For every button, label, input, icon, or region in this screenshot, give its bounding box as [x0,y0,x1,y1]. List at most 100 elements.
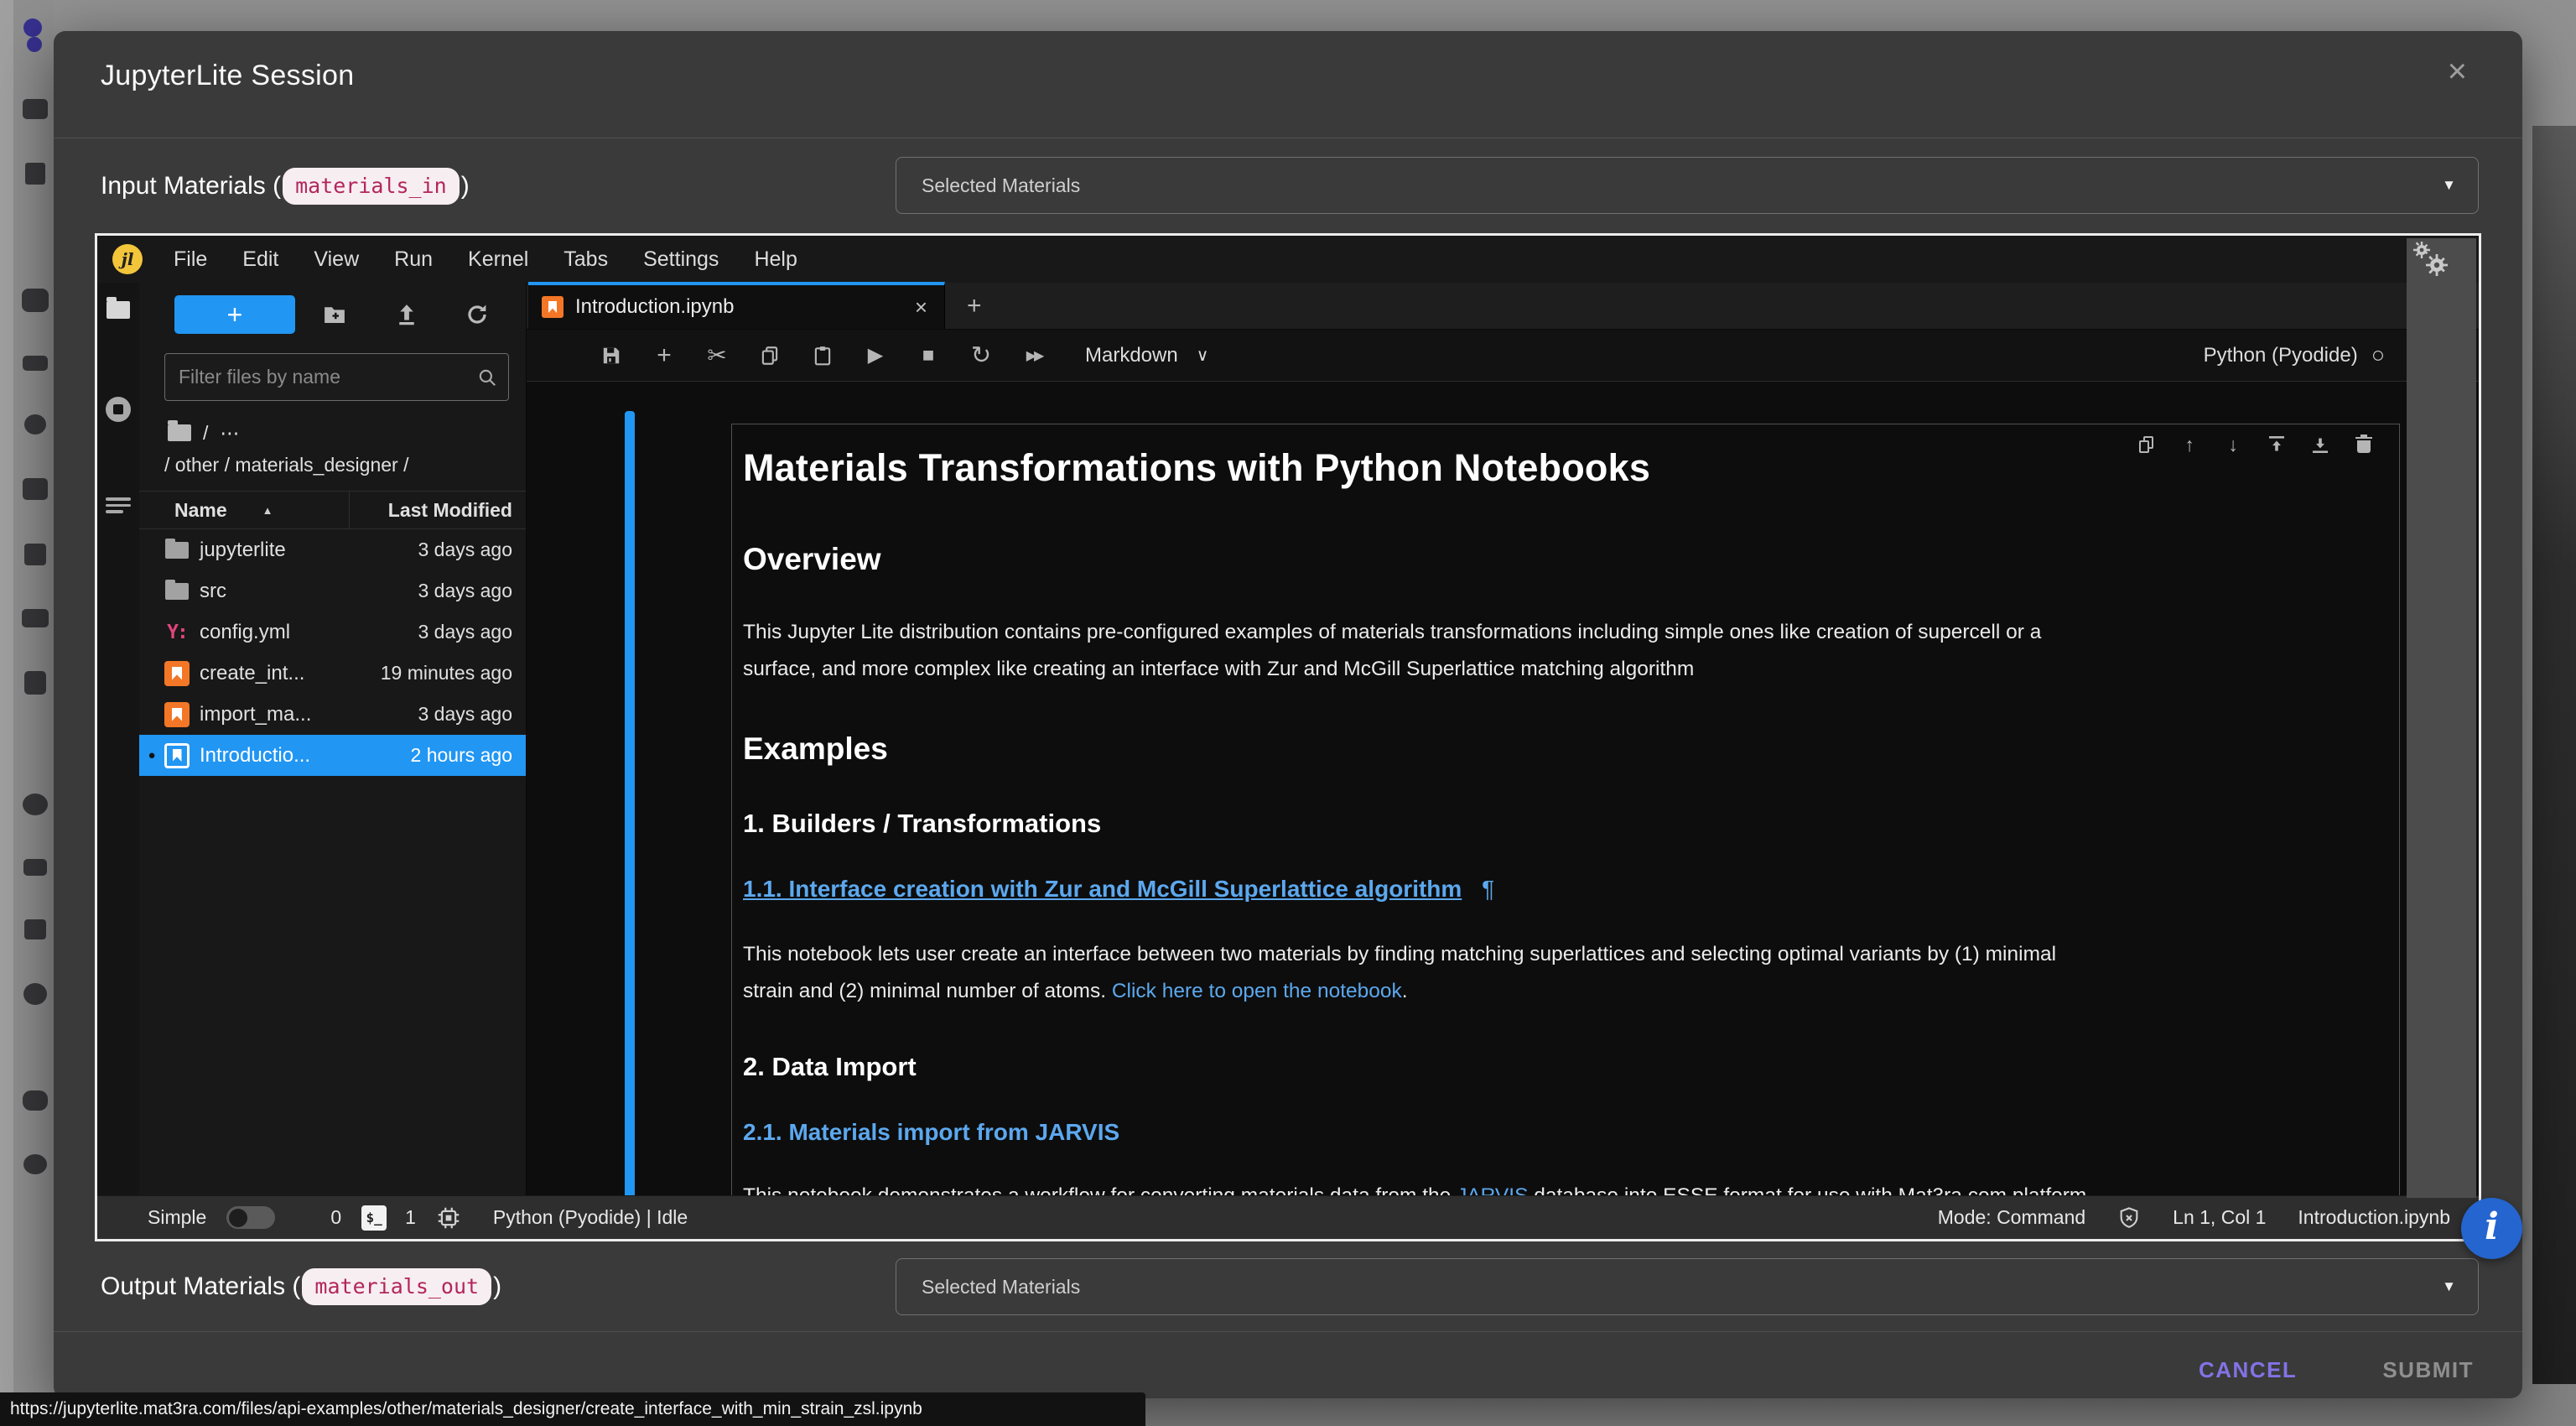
simple-mode-toggle[interactable] [226,1206,275,1229]
restart-kernel-icon[interactable]: ↻ [969,343,994,368]
menu-item[interactable]: Run [377,247,450,272]
move-cell-up-icon[interactable]: ↑ [2179,435,2199,455]
filter-files-input[interactable] [165,366,476,388]
notebook-h2-overview: Overview [743,542,2382,577]
file-row[interactable]: config.yml 3 days ago [139,612,526,653]
link-interface-creation: 1.1. Interface creation with Zur and McG… [743,876,2382,903]
new-folder-icon[interactable] [322,302,347,327]
breadcrumb-ellipsis-icon[interactable]: ⋯ [220,422,239,445]
menu-item[interactable]: Settings [626,247,736,272]
materials-out-code-badge: materials_out [302,1268,491,1305]
terminal-icon[interactable]: $_ [361,1205,387,1231]
table-of-contents-tab-icon[interactable] [106,494,131,514]
output-materials-dropdown[interactable]: Selected Materials ▼ [896,1258,2479,1315]
menu-item[interactable]: Tabs [546,247,626,272]
insert-cell-below-icon[interactable] [2310,435,2330,455]
app-sidebar-icon [24,919,46,939]
cancel-button[interactable]: CANCEL [2187,1349,2309,1392]
file-row[interactable]: create_int... 19 minutes ago [139,653,526,694]
kernel-chip-icon[interactable] [436,1205,461,1231]
new-tab-button[interactable]: + [967,292,982,320]
file-list-header: Name ▲ Last Modified [139,491,526,529]
pilcrow-anchor[interactable]: ¶ [1482,876,1494,902]
open-notebook-link[interactable]: Click here to open the notebook [1112,980,1402,1002]
app-sidebar-icon [23,356,48,371]
save-icon[interactable] [599,343,624,368]
dropdown-value: Selected Materials [922,1276,1080,1298]
app-sidebar-icon [25,163,45,185]
file-row[interactable]: jupyterlite 3 days ago [139,529,526,570]
cell-collapser[interactable] [625,411,635,1239]
delete-cell-icon[interactable] [2354,435,2374,455]
file-name: Introductio... [200,744,310,768]
move-cell-down-icon[interactable]: ↓ [2223,435,2243,455]
breadcrumb-root[interactable]: / [203,422,208,445]
menu-bar: jl FileEditViewRunKernelTabsSettingsHelp [97,236,2479,283]
new-launcher-button[interactable]: + [174,295,295,334]
notebook-content: ↑ ↓ Materials Transformations with Py [527,382,2479,1239]
kernel-status-text[interactable]: Python (Pyodide) | Idle [493,1206,688,1229]
overview-paragraph: This Jupyter Lite distribution contains … [743,614,2382,688]
refresh-icon[interactable] [465,302,490,327]
run-all-icon[interactable]: ▶▶ [1021,343,1046,368]
cut-cells-icon[interactable]: ✂ [704,343,730,368]
cursor-position[interactable]: Ln 1, Col 1 [2173,1206,2266,1229]
file-browser-tab-icon[interactable] [106,301,130,319]
tab-introduction-ipynb[interactable]: Introduction.ipynb × [528,282,945,329]
menu-item[interactable]: File [156,247,225,272]
file-row[interactable]: src 3 days ago [139,570,526,612]
app-sidebar-icon [23,859,47,876]
file-modified: 3 days ago [418,580,512,602]
file-name: config.yml [200,621,290,644]
kernels-count[interactable]: 1 [405,1206,416,1229]
column-last-modified[interactable]: Last Modified [388,499,512,522]
app-sidebar-icons [22,99,49,1174]
menu-item[interactable]: View [296,247,377,272]
add-cell-icon[interactable]: + [652,343,677,368]
app-sidebar [0,0,54,1426]
input-materials-dropdown[interactable]: Selected Materials ▼ [896,157,2479,214]
info-button[interactable]: i [2461,1198,2522,1259]
trust-shield-icon[interactable] [2117,1206,2141,1230]
settings-gears-icon[interactable] [2407,238,2476,282]
sort-ascending-icon[interactable]: ▲ [262,504,273,517]
file-row[interactable]: import_ma... 3 days ago [139,694,526,735]
cell-type-dropdown[interactable]: Markdown ∨ [1085,344,1208,367]
close-tab-icon[interactable]: × [915,294,927,320]
interface-creation-link[interactable]: 1.1. Interface creation with Zur and McG… [743,876,1462,902]
insert-cell-above-icon[interactable] [2267,435,2287,455]
status-filename[interactable]: Introduction.ipynb [2298,1206,2450,1229]
running-kernels-tab-icon[interactable] [106,397,131,422]
notebook-icon [542,296,564,318]
command-mode-indicator[interactable]: Mode: Command [1938,1206,2085,1229]
kernel-picker[interactable]: Python (Pyodide) ○ [2204,344,2385,367]
materials-import-link[interactable]: 2.1. Materials import from JARVIS [743,1119,1119,1145]
copy-cells-icon[interactable] [757,343,782,368]
status-bar: Simple 0 $_ 1 Python (Pyodide) | Idle Mo… [97,1195,2479,1239]
submit-button[interactable]: SUBMIT [2371,1349,2485,1392]
menu-item[interactable]: Help [736,247,814,272]
notebook-toolbar: + ✂ ▶ ■ ↻ ▶▶ Markdown ∨ [527,330,2479,382]
home-folder-icon[interactable] [168,424,191,441]
dialog-actions: CANCEL SUBMIT [2187,1345,2485,1395]
breadcrumb-path[interactable]: / other / materials_designer / [164,450,408,479]
close-icon[interactable]: × [2448,55,2467,88]
app-sidebar-icon [23,99,48,119]
materials-in-code-badge: materials_in [283,168,460,205]
terminals-count[interactable]: 0 [330,1206,341,1229]
menu-item[interactable]: Edit [225,247,296,272]
running-kernel-dot: ● [139,748,164,762]
column-name[interactable]: Name [174,499,227,522]
upload-icon[interactable] [394,302,419,327]
divider [54,1331,2522,1332]
run-cell-icon[interactable]: ▶ [863,343,888,368]
duplicate-cell-icon[interactable] [2136,435,2156,455]
markdown-cell[interactable]: ↑ ↓ Materials Transformations with Py [731,424,2400,1239]
markdown-rendered: Materials Transformations with Python No… [743,424,2382,1215]
stop-kernel-icon[interactable]: ■ [916,343,941,368]
paste-cells-icon[interactable] [810,343,835,368]
file-name: src [200,580,226,603]
menu-items: FileEditViewRunKernelTabsSettingsHelp [156,247,815,272]
menu-item[interactable]: Kernel [450,247,546,272]
file-row[interactable]: ● Introductio... 2 hours ago [139,735,526,776]
